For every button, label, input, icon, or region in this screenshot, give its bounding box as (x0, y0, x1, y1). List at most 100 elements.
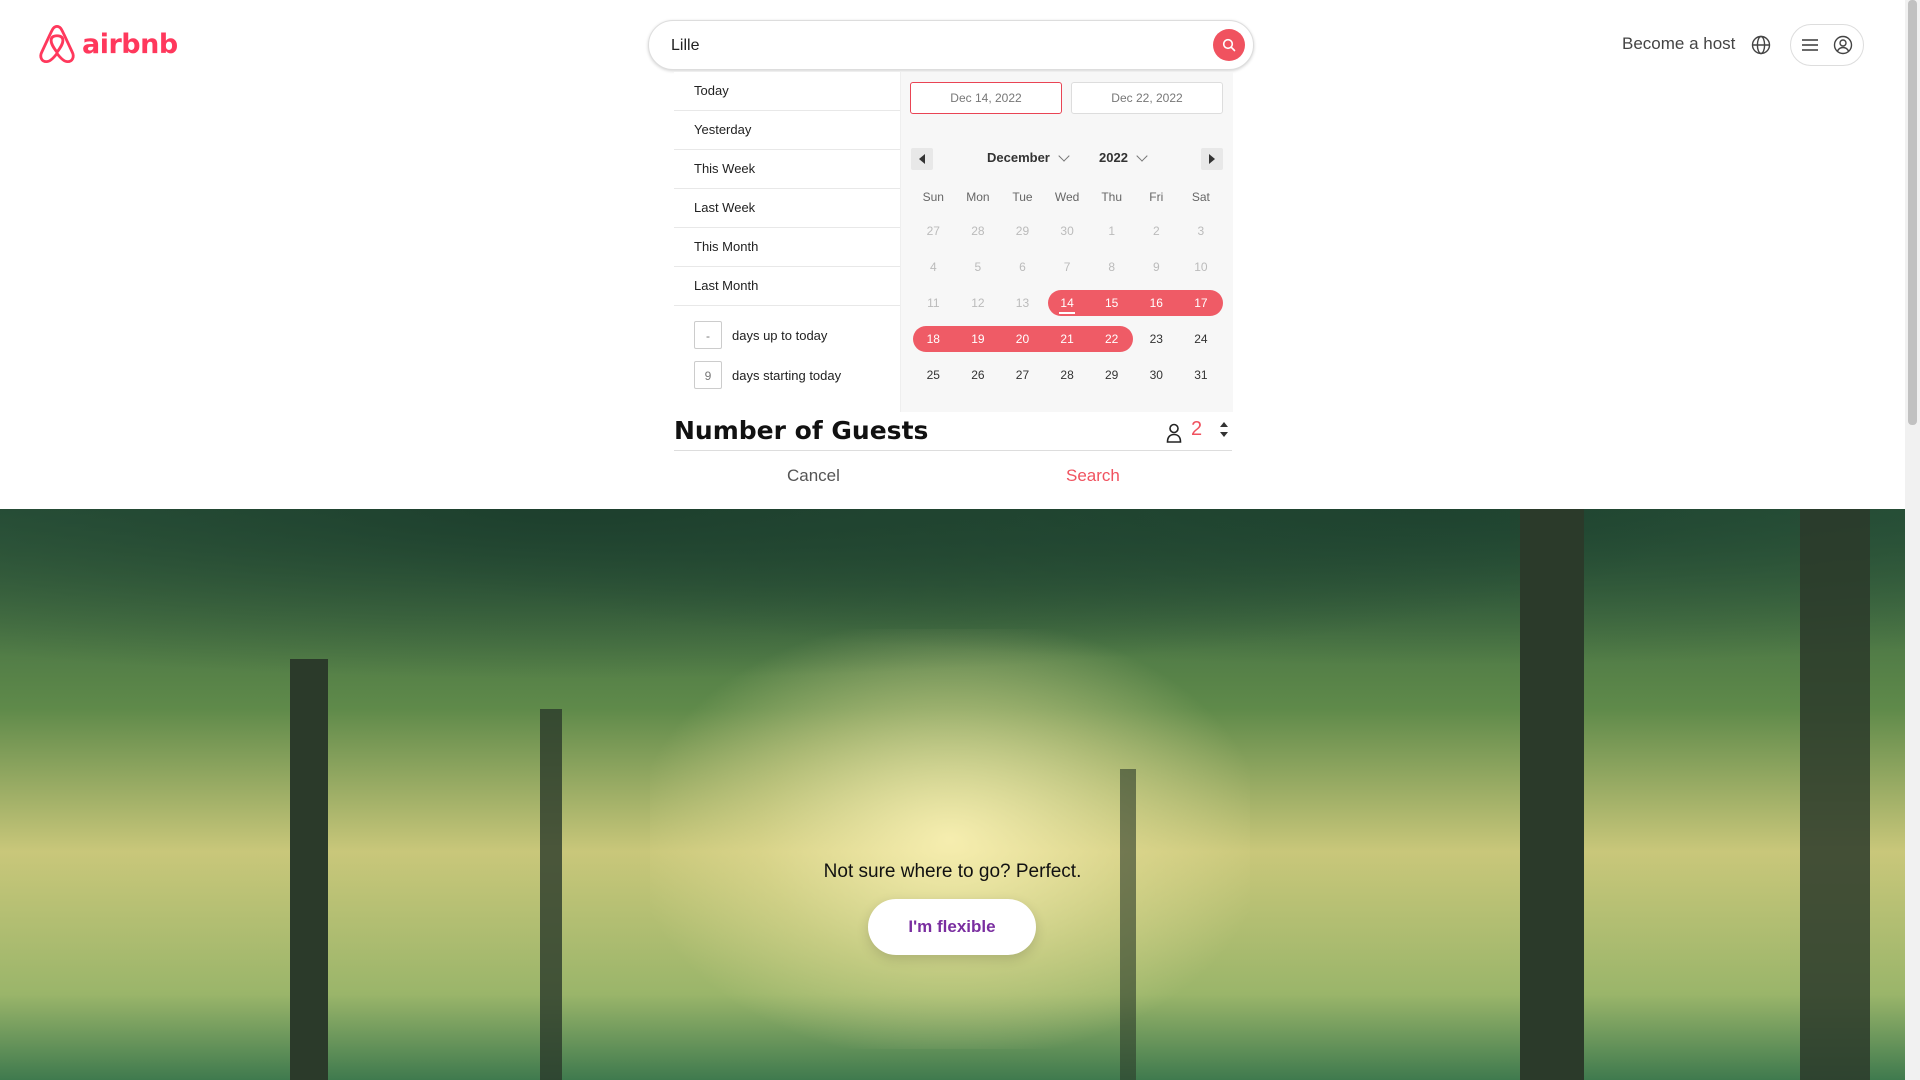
calendar-day[interactable]: 12 (956, 289, 1001, 317)
year-label: 2022 (1099, 150, 1128, 165)
become-host-link[interactable]: Become a host (1622, 34, 1735, 54)
weekday-label: Sat (1191, 190, 1210, 204)
arrow-right-icon (1209, 154, 1215, 164)
airbnb-logo-icon (39, 24, 75, 64)
user-avatar-icon (1833, 35, 1853, 55)
calendar-day[interactable]: 22 (1089, 325, 1134, 353)
calendar-day[interactable]: 31 (1179, 361, 1224, 389)
calendar-day[interactable]: 11 (911, 289, 956, 317)
calendar-day[interactable]: 17 (1179, 289, 1224, 317)
year-select[interactable]: 2022 (1099, 149, 1148, 165)
hero-banner: Not sure where to go? Perfect. I'm flexi… (0, 509, 1905, 1080)
calendar-day[interactable]: 7 (1045, 253, 1090, 281)
weekday-label: Fri (1149, 190, 1164, 204)
search-button[interactable]: Search (1066, 466, 1120, 486)
calendar-day[interactable]: 28 (956, 217, 1001, 245)
tree-trunk (1520, 509, 1584, 1080)
guests-stepper[interactable] (1218, 420, 1230, 437)
weekday-label: Thu (1101, 190, 1123, 204)
calendar-day[interactable]: 23 (1134, 325, 1179, 353)
weekday-label: Sun (922, 190, 944, 204)
calendar-week: 18 19 20 21 22 23 24 (911, 322, 1223, 358)
preset-this-week[interactable]: This Week (674, 150, 900, 189)
search-submit-button[interactable] (1213, 29, 1245, 61)
preset-yesterday[interactable]: Yesterday (674, 111, 900, 150)
preset-today[interactable]: Today (674, 72, 900, 111)
calendar-day[interactable]: 15 (1089, 289, 1134, 317)
tree-trunk (1800, 509, 1870, 1080)
location-search-input[interactable] (669, 33, 1173, 59)
scrollbar-thumb[interactable] (1908, 0, 1917, 425)
person-icon (1166, 423, 1182, 443)
calendar-day[interactable]: 29 (1000, 217, 1045, 245)
calendar-day[interactable]: 8 (1089, 253, 1134, 281)
guests-count-input[interactable]: 2 (1191, 418, 1202, 441)
start-date-field[interactable]: Dec 14, 2022 (910, 82, 1062, 114)
next-month-button[interactable] (1201, 148, 1223, 170)
search-icon (1222, 38, 1236, 52)
chevron-down-icon (1136, 149, 1148, 162)
end-date-field[interactable]: Dec 22, 2022 (1071, 82, 1223, 114)
search-bar[interactable] (648, 20, 1254, 70)
calendar-day[interactable]: 4 (911, 253, 956, 281)
globe-icon[interactable] (1751, 35, 1771, 55)
calendar-day[interactable]: 5 (956, 253, 1001, 281)
calendar-day[interactable]: 1 (1089, 217, 1134, 245)
date-preset-list: Today Yesterday This Week Last Week This… (674, 72, 900, 306)
guests-title: Number of Guests (674, 416, 929, 445)
increment-arrow-icon[interactable] (1220, 422, 1228, 427)
month-label: December (987, 150, 1050, 165)
days-up-to-today-label: days up to today (732, 327, 828, 343)
calendar-week: 27 28 29 30 1 2 3 (911, 214, 1223, 250)
calendar-day[interactable]: 27 (1000, 361, 1045, 389)
calendar-day[interactable]: 24 (1179, 325, 1224, 353)
days-starting-today-label: days starting today (732, 367, 842, 383)
calendar-day-number: 14 (1060, 296, 1074, 310)
days-up-to-today-input[interactable]: - (694, 321, 722, 349)
calendar-week: 11 12 13 14 15 16 17 (911, 286, 1223, 322)
airbnb-logo[interactable]: airbnb (38, 24, 178, 64)
preset-last-month[interactable]: Last Month (674, 267, 900, 306)
calendar-day[interactable]: 30 (1045, 217, 1090, 245)
calendar-day[interactable]: 28 (1045, 361, 1090, 389)
calendar-day[interactable]: 29 (1089, 361, 1134, 389)
calendar-day[interactable]: 6 (1000, 253, 1045, 281)
cancel-button[interactable]: Cancel (787, 466, 840, 486)
weekday-header: Sun Mon Tue Wed Thu Fri Sat (911, 190, 1223, 204)
calendar-day[interactable]: 19 (956, 325, 1001, 353)
preset-this-month[interactable]: This Month (674, 228, 900, 267)
today-marker (1059, 312, 1076, 314)
calendar-day[interactable]: 27 (911, 217, 956, 245)
calendar-day[interactable]: 13 (1000, 289, 1045, 317)
calendar-day[interactable]: 16 (1134, 289, 1179, 317)
days-starting-today-input[interactable]: 9 (694, 361, 722, 389)
weekday-label: Mon (966, 190, 990, 204)
calendar-day[interactable]: 10 (1179, 253, 1224, 281)
search-dropdown-panel: Today Yesterday This Week Last Week This… (674, 72, 1233, 508)
calendar-day[interactable]: 18 (911, 325, 956, 353)
arrow-left-icon (919, 154, 925, 164)
calendar-week: 25 26 27 28 29 30 31 (911, 358, 1223, 394)
calendar-day[interactable]: 21 (1045, 325, 1090, 353)
calendar-day[interactable]: 30 (1134, 361, 1179, 389)
decrement-arrow-icon[interactable] (1220, 432, 1228, 437)
calendar-day[interactable]: 9 (1134, 253, 1179, 281)
calendar-grid: 27 28 29 30 1 2 3 4 5 6 7 8 9 10 11 12 1… (911, 214, 1223, 394)
user-menu-button[interactable] (1790, 24, 1864, 66)
calendar-day[interactable]: 20 (1000, 325, 1045, 353)
weekday-label: Wed (1054, 190, 1080, 204)
prev-month-button[interactable] (911, 148, 933, 170)
days-starting-today-row: 9 days starting today (694, 360, 841, 390)
month-select[interactable]: December (987, 149, 1070, 165)
calendar-day[interactable]: 3 (1179, 217, 1224, 245)
calendar-day[interactable]: 25 (911, 361, 956, 389)
weekday-label: Tue (1012, 190, 1033, 204)
calendar-day[interactable]: 26 (956, 361, 1001, 389)
calendar-day-today[interactable]: 14 (1045, 289, 1090, 317)
im-flexible-button[interactable]: I'm flexible (868, 899, 1036, 955)
chevron-down-icon (1058, 149, 1070, 162)
preset-last-week[interactable]: Last Week (674, 189, 900, 228)
guests-row: Number of Guests 2 (674, 412, 1232, 451)
tree-trunk (1120, 769, 1136, 1080)
calendar-day[interactable]: 2 (1134, 217, 1179, 245)
